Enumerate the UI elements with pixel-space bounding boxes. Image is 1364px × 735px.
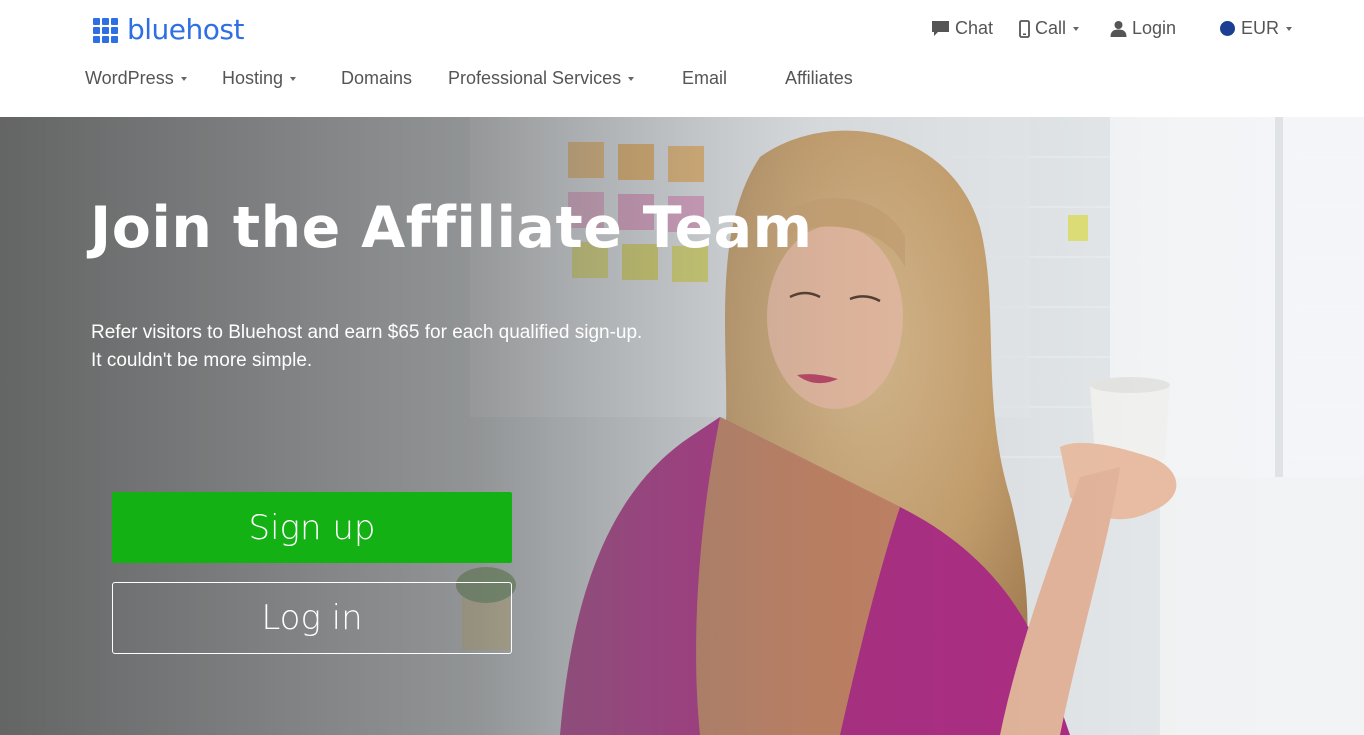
chevron-down-icon	[628, 76, 635, 81]
nav-item-label: Domains	[341, 68, 413, 88]
login-link[interactable]: Login	[1110, 18, 1176, 39]
log-in-button[interactable]: Log in	[112, 582, 512, 654]
chat-bubble-icon	[931, 20, 950, 37]
chat-link[interactable]: Chat	[931, 18, 993, 39]
login-label: Login	[1132, 18, 1177, 38]
hero-subtitle-line-1: Refer visitors to Bluehost and earn $65 …	[91, 322, 643, 343]
hero-subtitle-line-2: It couldn't be more simple.	[91, 350, 313, 371]
nav-item-label: Affiliates	[785, 68, 853, 88]
mobile-phone-icon	[1019, 19, 1030, 38]
user-icon	[1110, 20, 1127, 37]
nav-item-label: WordPress	[85, 68, 174, 88]
nav-item-label: Email	[682, 68, 728, 88]
currency-label: EUR	[1241, 18, 1280, 38]
currency-dropdown[interactable]: EUR	[1219, 18, 1293, 39]
hero-subtitle: Refer visitors to Bluehost and earn $65 …	[91, 319, 642, 375]
sign-up-button[interactable]: Sign up	[112, 492, 512, 563]
hero-title: Join the Affiliate Team	[90, 195, 813, 261]
main-nav: WordPress Hosting Domains Professional S…	[0, 68, 1364, 94]
hero-section: Join the Affiliate Team Refer visitors t…	[0, 117, 1364, 735]
nav-item-label: Hosting	[222, 68, 284, 88]
nav-item-hosting[interactable]: Hosting	[222, 68, 297, 89]
nav-item-professional-services[interactable]: Professional Services	[448, 68, 635, 89]
chevron-down-icon	[180, 76, 187, 81]
nav-item-label: Professional Services	[448, 68, 622, 88]
chevron-down-icon	[1286, 26, 1293, 31]
chat-label: Chat	[955, 18, 994, 38]
call-label: Call	[1035, 18, 1067, 38]
nav-item-wordpress[interactable]: WordPress	[85, 68, 187, 89]
chevron-down-icon	[290, 76, 297, 81]
call-dropdown[interactable]: Call	[1019, 18, 1080, 39]
utility-nav: Chat Call Login EUR	[0, 18, 1364, 42]
nav-item-affiliates[interactable]: Affiliates	[785, 68, 853, 89]
nav-item-email[interactable]: Email	[682, 68, 727, 89]
nav-item-domains[interactable]: Domains	[341, 68, 412, 89]
site-header: bluehost Chat Call Login EUR WordPress H…	[0, 0, 1364, 117]
chevron-down-icon	[1073, 26, 1080, 31]
globe-dot-icon	[1219, 20, 1236, 37]
